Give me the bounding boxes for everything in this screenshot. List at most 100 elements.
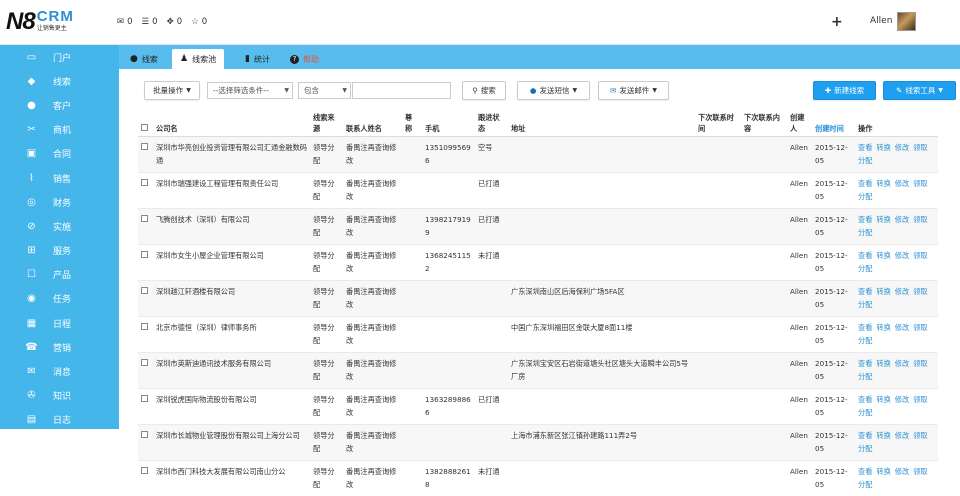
star-counter[interactable]: ☆0: [191, 17, 207, 27]
search-input[interactable]: [352, 82, 451, 99]
claim-link[interactable]: 领取: [913, 143, 927, 152]
sidebar-item-2[interactable]: ●客户: [0, 93, 119, 117]
view-link[interactable]: 查看: [858, 467, 872, 476]
edit-link[interactable]: 修改: [895, 431, 909, 440]
row-checkbox[interactable]: [141, 323, 148, 330]
table-row[interactable]: 深圳市华亮创业投资管理有限公司汇通金融数码通领导分配番禺注再查询修改135109…: [138, 137, 938, 173]
convert-link[interactable]: 转换: [876, 287, 890, 296]
claim-link[interactable]: 领取: [913, 215, 927, 224]
task-counter[interactable]: ☰0: [142, 17, 158, 27]
sidebar-item-0[interactable]: ▭门户: [0, 45, 119, 69]
table-row[interactable]: 飞腾创技术（深圳）有限公司领导分配番禺注再查询修改13982179199已打通A…: [138, 209, 938, 245]
sidebar-item-4[interactable]: ▣合同: [0, 142, 119, 166]
view-link[interactable]: 查看: [858, 431, 872, 440]
table-row[interactable]: 深圳市西门科技大发展有限公司南山分公领导分配番禺注再查询修改1382888261…: [138, 461, 938, 496]
claim-link[interactable]: 领取: [913, 395, 927, 404]
view-link[interactable]: 查看: [858, 395, 872, 404]
edit-link[interactable]: 修改: [895, 467, 909, 476]
assign-link[interactable]: 分配: [858, 264, 872, 273]
sidebar-item-12[interactable]: ☎营销: [0, 335, 119, 359]
convert-link[interactable]: 转换: [876, 467, 890, 476]
edit-link[interactable]: 修改: [895, 287, 909, 296]
assign-link[interactable]: 分配: [858, 480, 872, 489]
convert-link[interactable]: 转换: [876, 143, 890, 152]
claim-link[interactable]: 领取: [913, 179, 927, 188]
sidebar-item-9[interactable]: ☐产品: [0, 263, 119, 287]
convert-link[interactable]: 转换: [876, 395, 890, 404]
table-row[interactable]: 深圳市瑞强建设工程管理有限责任公司领导分配番禺注再查询修改已打通Allen201…: [138, 173, 938, 209]
share-counter[interactable]: ✥0: [167, 17, 183, 27]
tab-lead-pool[interactable]: ♟线索池: [172, 49, 224, 69]
col-created[interactable]: 创建时间: [812, 110, 855, 137]
row-checkbox[interactable]: [141, 215, 148, 222]
claim-link[interactable]: 领取: [913, 467, 927, 476]
claim-link[interactable]: 领取: [913, 287, 927, 296]
col-title[interactable]: 尊称: [402, 110, 422, 137]
batch-action-button[interactable]: 批量操作▼: [144, 81, 200, 100]
avatar[interactable]: [897, 12, 916, 31]
table-row[interactable]: 深圳越江轩酒楼有限公司领导分配番禺注再查询修改广东深圳南山区后海保利广场5FA区…: [138, 281, 938, 317]
tab-help[interactable]: ?帮助: [282, 49, 327, 69]
user-name[interactable]: Allen: [870, 16, 892, 26]
tab-stats[interactable]: ▮统计: [237, 49, 278, 69]
convert-link[interactable]: 转换: [876, 179, 890, 188]
claim-link[interactable]: 领取: [913, 323, 927, 332]
assign-link[interactable]: 分配: [858, 192, 872, 201]
assign-link[interactable]: 分配: [858, 228, 872, 237]
logo[interactable]: N8 CRM 让销售更主: [6, 9, 74, 37]
sidebar-item-13[interactable]: ✉消息: [0, 359, 119, 383]
view-link[interactable]: 查看: [858, 251, 872, 260]
sidebar-item-5[interactable]: ⌇销售: [0, 166, 119, 190]
edit-link[interactable]: 修改: [895, 215, 909, 224]
select-all-checkbox[interactable]: [141, 124, 148, 131]
convert-link[interactable]: 转换: [876, 251, 890, 260]
view-link[interactable]: 查看: [858, 143, 872, 152]
col-next-content[interactable]: 下次联系内容: [741, 110, 787, 137]
col-contact[interactable]: 联系人姓名: [343, 110, 402, 137]
row-checkbox[interactable]: [141, 251, 148, 258]
col-address[interactable]: 地址: [508, 110, 695, 137]
col-status[interactable]: 跟进状态: [475, 110, 508, 137]
claim-link[interactable]: 领取: [913, 431, 927, 440]
row-checkbox[interactable]: [141, 179, 148, 186]
search-button[interactable]: ⚲搜索: [462, 81, 506, 100]
col-company[interactable]: 公司名: [153, 110, 310, 137]
claim-link[interactable]: 领取: [913, 251, 927, 260]
sidebar-item-11[interactable]: ▦日程: [0, 311, 119, 335]
edit-link[interactable]: 修改: [895, 143, 909, 152]
mail-counter[interactable]: ✉0: [117, 17, 133, 27]
col-mobile[interactable]: 手机: [422, 110, 475, 137]
sidebar-item-10[interactable]: ◉任务: [0, 287, 119, 311]
table-row[interactable]: 北京市德恒（深圳）律师事务所领导分配番禺注再查询修改中国广东深圳福田区金联大厦8…: [138, 317, 938, 353]
table-row[interactable]: 深圳市英斯迪通讯技术服务有限公司领导分配番禺注再查询修改广东深圳宝安区石岩街道塘…: [138, 353, 938, 389]
col-creator[interactable]: 创建人: [787, 110, 812, 137]
edit-link[interactable]: 修改: [895, 251, 909, 260]
convert-link[interactable]: 转换: [876, 323, 890, 332]
row-checkbox[interactable]: [141, 467, 148, 474]
view-link[interactable]: 查看: [858, 359, 872, 368]
sidebar-item-3[interactable]: ✂商机: [0, 118, 119, 142]
sidebar-item-14[interactable]: ✇知识: [0, 384, 119, 408]
row-checkbox[interactable]: [141, 143, 148, 150]
sidebar-item-1[interactable]: ◆线索: [0, 69, 119, 93]
sidebar-item-7[interactable]: ⊘实施: [0, 214, 119, 238]
send-sms-button[interactable]: ●发送短信▼: [517, 81, 590, 100]
table-row[interactable]: 深圳锐虎国际物流股份有限公司领导分配番禺注再查询修改13632898866已打通…: [138, 389, 938, 425]
assign-link[interactable]: 分配: [858, 372, 872, 381]
assign-link[interactable]: 分配: [858, 408, 872, 417]
filter-select[interactable]: --选择筛选条件--▼: [207, 82, 293, 99]
match-select[interactable]: 包含▼: [298, 82, 351, 99]
convert-link[interactable]: 转换: [876, 431, 890, 440]
view-link[interactable]: 查看: [858, 323, 872, 332]
assign-link[interactable]: 分配: [858, 300, 872, 309]
row-checkbox[interactable]: [141, 431, 148, 438]
assign-link[interactable]: 分配: [858, 444, 872, 453]
assign-link[interactable]: 分配: [858, 336, 872, 345]
table-row[interactable]: 深圳市长城物业管理股份有限公司上海分公司领导分配番禺注再查询修改上海市浦东新区张…: [138, 425, 938, 461]
sidebar-item-15[interactable]: ▤日志: [0, 408, 119, 432]
col-source[interactable]: 线索来源: [310, 110, 343, 137]
view-link[interactable]: 查看: [858, 179, 872, 188]
row-checkbox[interactable]: [141, 287, 148, 294]
row-checkbox[interactable]: [141, 359, 148, 366]
edit-link[interactable]: 修改: [895, 323, 909, 332]
